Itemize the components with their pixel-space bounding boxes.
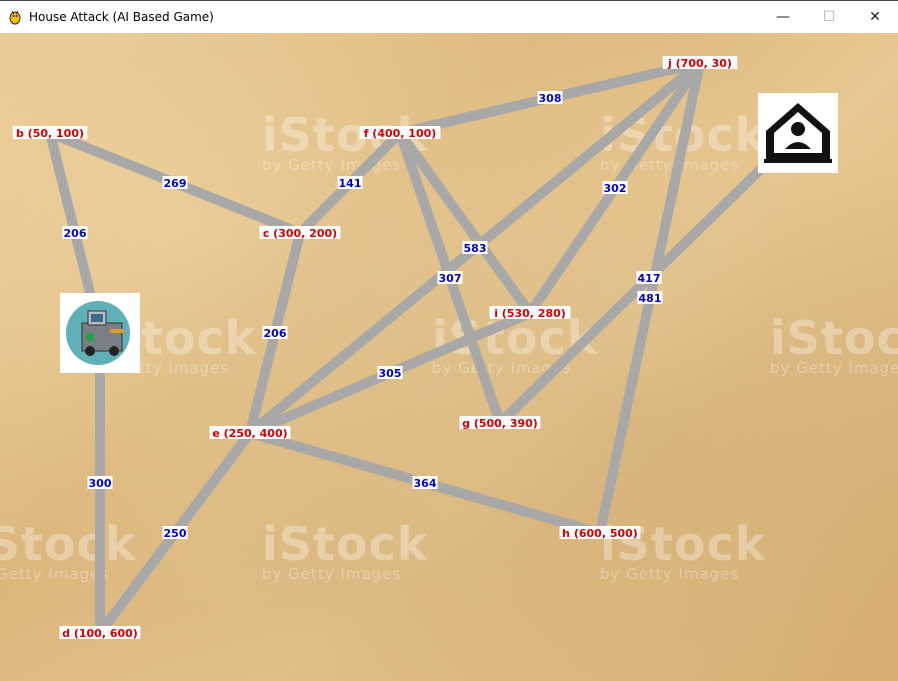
edge-weight-label: 583 — [464, 242, 487, 255]
edge-weight-label: 206 — [264, 327, 287, 340]
node-b[interactable]: b (50, 100) — [16, 127, 84, 140]
node-c[interactable]: c (300, 200) — [263, 227, 337, 240]
robot-player-icon — [60, 293, 140, 373]
minimize-button[interactable]: — — [760, 1, 806, 33]
edge-weight-label: 269 — [164, 177, 187, 190]
edge-weight-label: 141 — [339, 177, 362, 190]
node-j[interactable]: j (700, 30) — [667, 57, 732, 70]
node-g[interactable]: g (500, 390) — [462, 417, 538, 430]
node-d[interactable]: d (100, 600) — [62, 627, 138, 640]
edge-labels-layer: 269 206 300 250 206 141 308 307 583 305 364 302 481 4… — [62, 91, 663, 540]
edges-layer — [45, 58, 803, 638]
edge-weight-label: 481 — [639, 292, 662, 305]
close-button[interactable]: ✕ — [852, 1, 898, 33]
edge-weight-label: 307 — [439, 272, 462, 285]
graph-layer: 269 206 300 250 206 141 308 307 583 305 364 302 481 4… — [12, 56, 838, 640]
node-f[interactable]: f (400, 100) — [364, 127, 437, 140]
edge-weight-label: 417 — [638, 272, 661, 285]
edge-weight-label: 206 — [64, 227, 87, 240]
window-title: House Attack (AI Based Game) — [29, 10, 214, 24]
game-canvas[interactable]: iStockby Getty Images iStockby Getty Ima… — [0, 33, 898, 681]
edge-weight-label: 308 — [539, 92, 562, 105]
node-h[interactable]: h (600, 500) — [562, 527, 638, 540]
window-titlebar: House Attack (AI Based Game) — ☐ ✕ — [0, 0, 898, 33]
edge-weight-label: 250 — [164, 527, 187, 540]
edge-weight-label: 302 — [604, 182, 627, 195]
sprites-layer — [60, 93, 838, 373]
app-snake-icon — [9, 10, 21, 25]
maximize-button[interactable]: ☐ — [806, 1, 852, 33]
edge-weight-label: 300 — [89, 477, 112, 490]
house-target-icon — [758, 93, 838, 173]
node-i[interactable]: i (530, 280) — [494, 307, 566, 320]
edge-weight-label: 364 — [414, 477, 437, 490]
node-e[interactable]: e (250, 400) — [212, 427, 287, 440]
edge-weight-label: 305 — [379, 367, 402, 380]
